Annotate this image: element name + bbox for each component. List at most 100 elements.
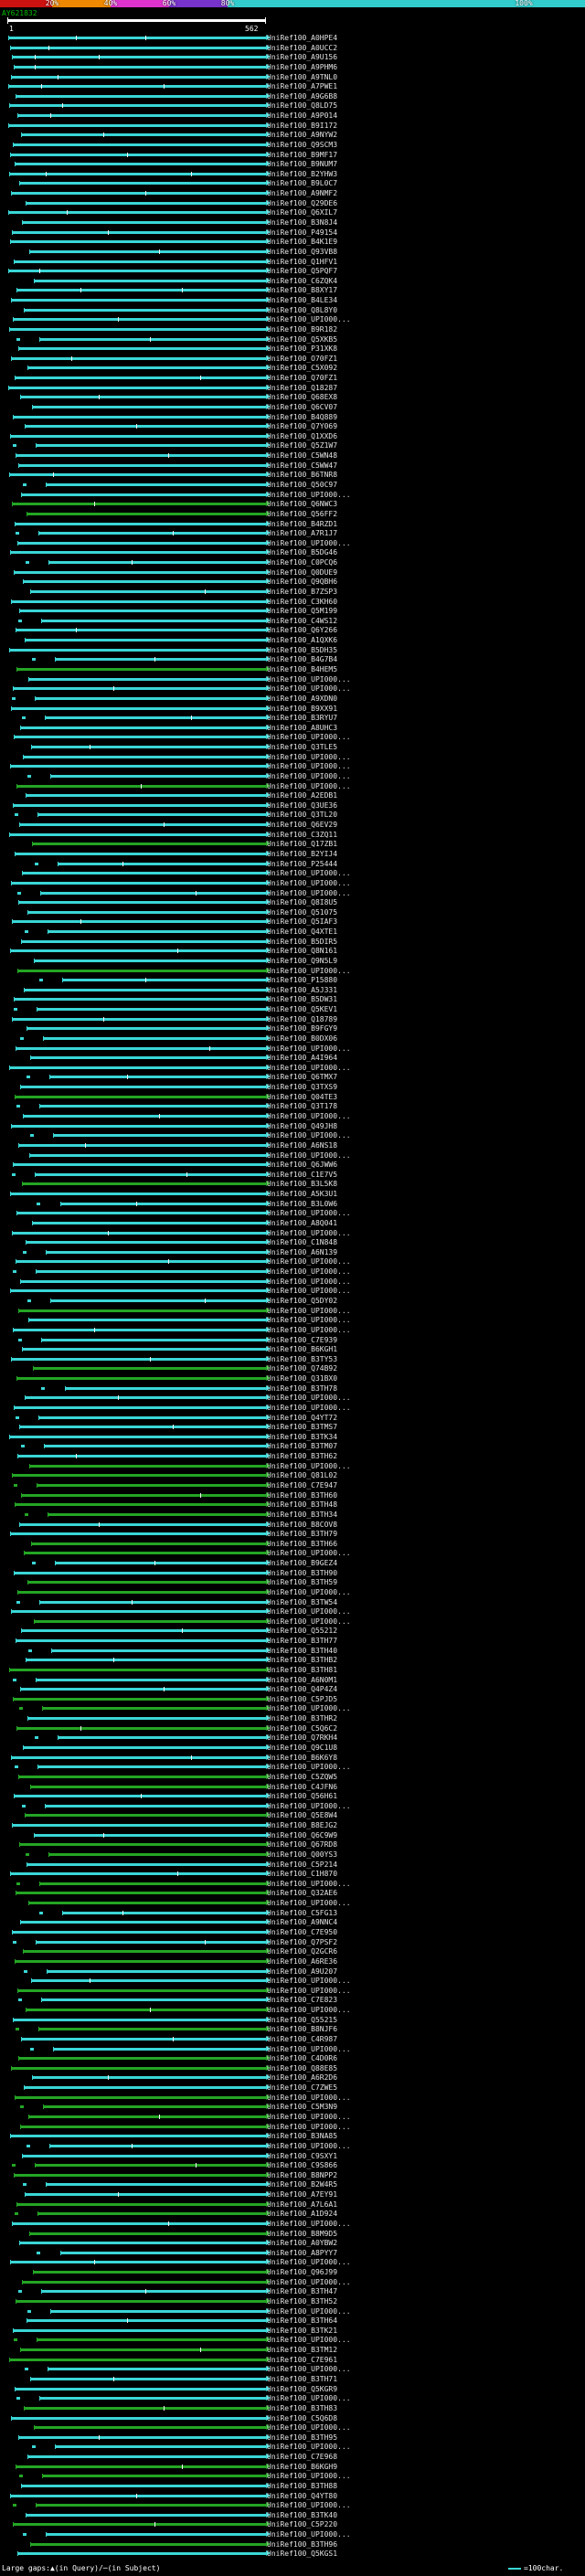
hit-label[interactable]: UniRef100_B3TH64 bbox=[267, 2316, 337, 2325]
hit-label[interactable]: UniRef100_Q5KGS1 bbox=[267, 2549, 337, 2558]
hit-label[interactable]: UniRef100_B3TK21 bbox=[267, 2327, 337, 2335]
alignment-bar[interactable] bbox=[26, 512, 266, 515]
alignment-bar[interactable] bbox=[10, 299, 266, 302]
alignment-bar[interactable] bbox=[57, 862, 266, 865]
alignment-fragment[interactable] bbox=[32, 1562, 37, 1565]
alignment-bar[interactable] bbox=[34, 696, 266, 700]
alignment-bar[interactable] bbox=[24, 2086, 266, 2090]
alignment-fragment[interactable] bbox=[23, 2533, 27, 2537]
alignment-bar[interactable] bbox=[37, 532, 266, 535]
alignment-bar[interactable] bbox=[33, 2426, 266, 2430]
alignment-bar[interactable] bbox=[31, 1221, 266, 1224]
alignment-bar[interactable] bbox=[20, 1921, 266, 1924]
hit-label[interactable]: UniRef100_UPI000... bbox=[267, 733, 351, 741]
alignment-bar[interactable] bbox=[13, 2523, 266, 2527]
alignment-bar[interactable] bbox=[28, 677, 266, 681]
hit-label[interactable]: UniRef100_Q8L8Y0 bbox=[267, 306, 337, 314]
hit-label[interactable]: UniRef100_UPI000... bbox=[267, 1987, 351, 1995]
alignment-bar[interactable] bbox=[32, 843, 266, 846]
hit-label[interactable]: UniRef100_Q1HFV1 bbox=[267, 258, 337, 266]
alignment-bar[interactable] bbox=[8, 473, 266, 477]
alignment-bar[interactable] bbox=[22, 2154, 266, 2157]
alignment-bar[interactable] bbox=[15, 1639, 266, 1643]
hit-label[interactable]: UniRef100_B3TH52 bbox=[267, 2297, 337, 2306]
alignment-bar[interactable] bbox=[50, 2309, 266, 2313]
hit-label[interactable]: UniRef100_UPI000... bbox=[267, 889, 351, 897]
alignment-bar[interactable] bbox=[17, 1590, 266, 1594]
alignment-bar[interactable] bbox=[52, 2047, 266, 2051]
alignment-bar[interactable] bbox=[14, 163, 266, 166]
hit-label[interactable]: UniRef100_Q4P4Z4 bbox=[267, 1685, 337, 1693]
hit-label[interactable]: UniRef100_B3TY53 bbox=[267, 1355, 337, 1363]
alignment-bar[interactable] bbox=[11, 1610, 266, 1614]
alignment-bar[interactable] bbox=[13, 65, 266, 69]
hit-label[interactable]: UniRef100_UPI000... bbox=[267, 1802, 351, 1810]
alignment-bar[interactable] bbox=[20, 1493, 266, 1497]
alignment-bar[interactable] bbox=[10, 1755, 266, 1759]
alignment-bar[interactable] bbox=[41, 1338, 266, 1341]
alignment-bar[interactable] bbox=[36, 1940, 266, 1944]
hit-label[interactable]: UniRef100_B3TH62 bbox=[267, 1452, 337, 1460]
hit-label[interactable]: UniRef100_UPI000... bbox=[267, 539, 351, 547]
alignment-fragment[interactable] bbox=[20, 1445, 25, 1448]
alignment-fragment[interactable] bbox=[18, 619, 23, 622]
hit-label[interactable]: UniRef100_UPI000... bbox=[267, 2123, 351, 2131]
hit-label[interactable]: UniRef100_UPI000... bbox=[267, 1064, 351, 1072]
hit-label[interactable]: UniRef100_UPI000... bbox=[267, 2365, 351, 2373]
hit-label[interactable]: UniRef100_B0DX06 bbox=[267, 1034, 337, 1043]
alignment-bar[interactable] bbox=[20, 396, 266, 399]
alignment-bar[interactable] bbox=[38, 1882, 266, 1885]
alignment-bar[interactable] bbox=[12, 1328, 266, 1331]
alignment-bar[interactable] bbox=[64, 1386, 266, 1390]
hit-label[interactable]: UniRef100_B9I172 bbox=[267, 122, 337, 130]
hit-label[interactable]: UniRef100_UPI000... bbox=[267, 1307, 351, 1315]
hit-label[interactable]: UniRef100_A1QXK6 bbox=[267, 636, 337, 644]
hit-label[interactable]: UniRef100_B9FGY9 bbox=[267, 1024, 337, 1033]
alignment-bar[interactable] bbox=[47, 1512, 266, 1516]
alignment-fragment[interactable] bbox=[14, 813, 18, 817]
hit-label[interactable]: UniRef100_UPI000... bbox=[267, 2472, 351, 2480]
alignment-bar[interactable] bbox=[14, 1503, 266, 1507]
alignment-fragment[interactable] bbox=[18, 1707, 23, 1711]
alignment-bar[interactable] bbox=[27, 1027, 266, 1031]
hit-label[interactable]: UniRef100_UPI000... bbox=[267, 675, 351, 684]
hit-label[interactable]: UniRef100_Q7Y069 bbox=[267, 422, 337, 430]
alignment-bar[interactable] bbox=[35, 2504, 266, 2507]
alignment-bar[interactable] bbox=[29, 1464, 266, 1468]
hit-label[interactable]: UniRef100_C1N848 bbox=[267, 1238, 337, 1246]
hit-label[interactable]: UniRef100_Q9C1U8 bbox=[267, 1744, 337, 1752]
alignment-bar[interactable] bbox=[8, 832, 266, 836]
alignment-bar[interactable] bbox=[11, 1931, 266, 1934]
alignment-bar[interactable] bbox=[35, 1678, 266, 1681]
alignment-bar[interactable] bbox=[8, 270, 266, 273]
alignment-fragment[interactable] bbox=[25, 1852, 29, 1856]
alignment-bar[interactable] bbox=[38, 1105, 266, 1108]
alignment-fragment[interactable] bbox=[34, 862, 38, 865]
alignment-bar[interactable] bbox=[35, 444, 266, 448]
alignment-bar[interactable] bbox=[23, 1552, 266, 1555]
alignment-fragment[interactable] bbox=[16, 891, 21, 895]
hit-label[interactable]: UniRef100_C3KH60 bbox=[267, 598, 337, 606]
alignment-bar[interactable] bbox=[20, 2037, 266, 2041]
alignment-bar[interactable] bbox=[39, 891, 266, 895]
alignment-bar[interactable] bbox=[8, 172, 266, 175]
alignment-bar[interactable] bbox=[37, 2028, 266, 2031]
alignment-bar[interactable] bbox=[36, 1008, 266, 1012]
hit-label[interactable]: UniRef100_A0UCC2 bbox=[267, 44, 337, 52]
alignment-bar[interactable] bbox=[19, 1086, 266, 1089]
hit-label[interactable]: UniRef100_C5M3N9 bbox=[267, 2103, 337, 2111]
hit-label[interactable]: UniRef100_B5DH35 bbox=[267, 646, 337, 654]
alignment-bar[interactable] bbox=[16, 114, 266, 118]
alignment-fragment[interactable] bbox=[21, 1804, 26, 1807]
alignment-bar[interactable] bbox=[12, 230, 266, 234]
hit-label[interactable]: UniRef100_UPI000... bbox=[267, 1462, 351, 1470]
alignment-fragment[interactable] bbox=[13, 2338, 17, 2342]
hit-label[interactable]: UniRef100_Q55215 bbox=[267, 2016, 337, 2024]
hit-label[interactable]: UniRef100_B3TM12 bbox=[267, 2346, 337, 2354]
hit-label[interactable]: UniRef100_Q3UE36 bbox=[267, 801, 337, 810]
alignment-bar[interactable] bbox=[40, 1998, 266, 2002]
alignment-bar[interactable] bbox=[15, 1260, 266, 1264]
alignment-fragment[interactable] bbox=[11, 1172, 16, 1176]
hit-label[interactable]: UniRef100_Q3TXS9 bbox=[267, 1083, 337, 1091]
alignment-bar[interactable] bbox=[27, 2455, 266, 2459]
